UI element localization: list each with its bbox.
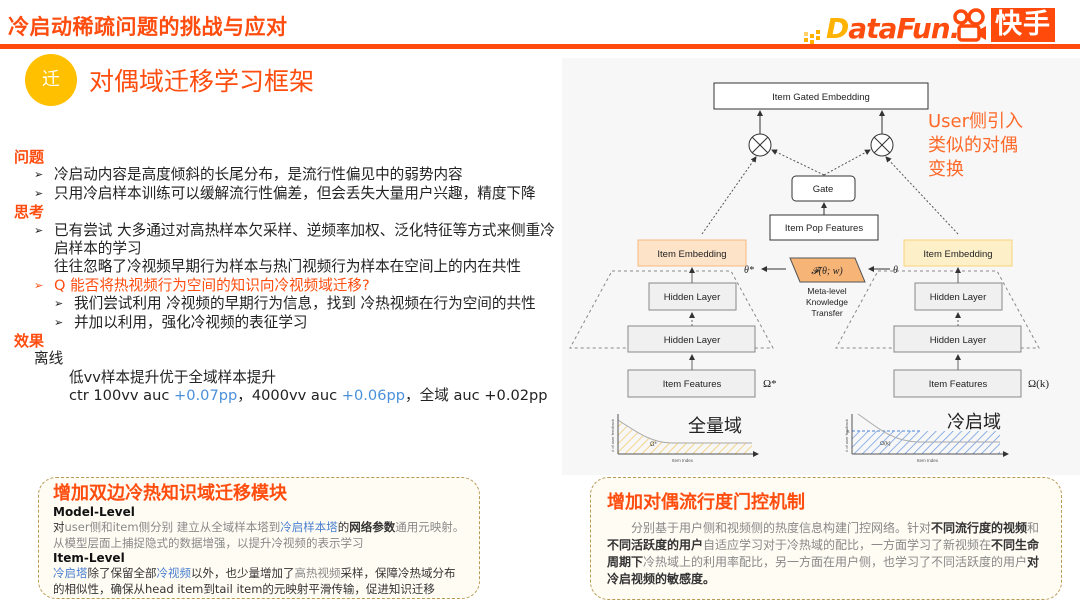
hidden-layer-label: Hidden Layer [664,292,721,303]
omega-k-small: Ω(k) [880,441,891,447]
kuaishou-camera-icon [953,8,986,42]
kuaishou-logo-text: 快手 [991,8,1055,42]
datafun-logo-d: D [826,12,849,45]
model-level-heading: Model-Level [53,505,135,519]
multiply-right-icon [870,133,894,157]
user-side-note: User侧引入 类似的对偶 变换 [928,111,1024,180]
item-pop-features-label: Item Pop Features [785,223,863,234]
problem-item: ➢ 冷启动内容是高度倾斜的长尾分布，是流行性偏见中的弱势内容 [34,166,463,184]
axis-x-label: Item Index [672,458,694,463]
hidden-layer-label: Hidden Layer [664,335,721,346]
offline-metrics: ctr 100vv auc +0.07pp，4000vv auc +0.06pp… [69,387,548,405]
right-item-embedding-label: Item Embedding [923,249,992,260]
multiply-left-icon [748,133,772,157]
item-gated-embedding-label: Item Gated Embedding [772,92,870,103]
transfer-function-label: 𝓕(θ; w) [811,266,843,277]
popularity-gate-text: 分别基于用户侧和视频侧的热度信息构建门控网络。针对不同流行度的视频和不同活跃度的… [607,521,1040,586]
cold-start-domain-chart: k Ω(k) Item Index # of user feedback 冷启域 [844,412,1009,463]
item-level-heading: Item-Level [53,551,125,565]
knowledge-transfer-module-card: 增加双边冷热知识域迁移模块 Model-Level 对user侧和item侧分别… [38,477,480,599]
transfer-label-1: Meta-level [807,286,846,296]
problem-heading: 问题 [14,148,45,166]
datafun-logo: DataFun. [802,6,960,46]
transfer-label-3: Transfer [811,308,843,318]
effect-heading: 效果 [14,332,45,351]
axis-y-label: # of user feedback [844,419,849,452]
problem-item: ➢ 只用冷启样本训练可以缓解流行性偏差，但会丢失大量用户兴趣，精度下降 [34,184,536,202]
bullet-arrow-icon: ➢ [54,297,64,311]
item-features-label: Item Features [929,379,988,390]
omega-k-label: Ω(k) [1028,378,1049,390]
omega-star-label: Ω* [763,378,777,390]
cold-start-domain-label: 冷启域 [947,412,1001,432]
card-title: 增加对偶流行度门控机制 [607,492,805,513]
metric-100vv: +0.07pp [174,387,238,405]
theta-label: θ [893,265,898,276]
bullet-arrow-icon: ➢ [34,186,44,200]
full-domain-label: 全量域 [688,416,742,436]
thinking-heading: 思考 [14,203,45,222]
question-item: ➢ Q 能否将热视频行为空间的知识向冷视频域迁移? [34,276,370,294]
bullet-arrow-icon: ➢ [54,315,64,329]
sub-item: ➢ 我们尝试利用 冷视频的早期行为信息，找到 冷热视频在行为空间的共性 [54,295,536,313]
hidden-layer-label: Hidden Layer [930,335,987,346]
bullet-arrow-icon: ➢ [34,223,44,237]
popularity-gate-card: 增加对偶流行度门控机制 分别基于用户侧和视频侧的热度信息构建门控网络。针对不同流… [590,477,1062,600]
left-item-embedding-label: Item Embedding [657,249,726,260]
model-level-text: 对user侧和item侧分别 建立从全域样本塔到冷启样本塔的网络参数通用元映射。… [53,520,465,550]
gate-label: Gate [813,184,834,195]
thinking-item: ➢ 已有尝试 大多通过对高热样本欠采样、逆频率加权、泛化特征等方式来侧重冷 [34,221,555,239]
item-level-text: 冷启塔除了保留全部冷视频以外，也少量增加了高热视频采样，保障冷热域分布的相似性，… [53,566,456,596]
thinking-item-cont: 启样本的学习 [54,240,142,258]
left-content: 问题 ➢ 冷启动内容是高度倾斜的长尾分布，是流行性偏见中的弱势内容 ➢ 只用冷启样本… [14,148,604,406]
bullet-arrow-icon: ➢ [34,278,44,292]
card-title: 增加双边冷热知识域迁移模块 [53,483,287,504]
slide-title: 冷启动稀疏问题的挑战与应对 [8,15,288,39]
metric-4000vv: +0.06pp [341,387,406,405]
item-features-label: Item Features [663,379,722,390]
omega-star-small: Ω* [650,442,657,448]
theta-star-label: θ* [744,265,754,276]
hidden-layer-label: Hidden Layer [930,292,987,303]
datafun-dots-icon [802,22,824,46]
thinking-item-note: 往往忽略了冷视频早期行为样本与热门视频行为样本在空间上的内在共性 [54,258,522,276]
sub-item: ➢ 并加以利用，强化冷视频的表征学习 [54,313,308,331]
axis-x-label: Item Index [917,458,939,463]
kuaishou-logo: 快手 [952,8,1055,42]
offline-summary: 低vv样本提升优于全域样本提升 [69,368,276,386]
transfer-label-2: Knowledge [806,297,848,307]
axis-y-label: # of user feedback [610,419,615,452]
section-badge-icon: 迁 [25,54,77,106]
section-title: 对偶域迁移学习框架 [89,67,315,96]
full-domain-chart: Ω* Item Index # of user feedback 全量域 [610,414,759,463]
bullet-arrow-icon: ➢ [34,168,44,182]
offline-label: 离线 [34,350,64,368]
datafun-logo-text: ataFun. [848,12,960,45]
